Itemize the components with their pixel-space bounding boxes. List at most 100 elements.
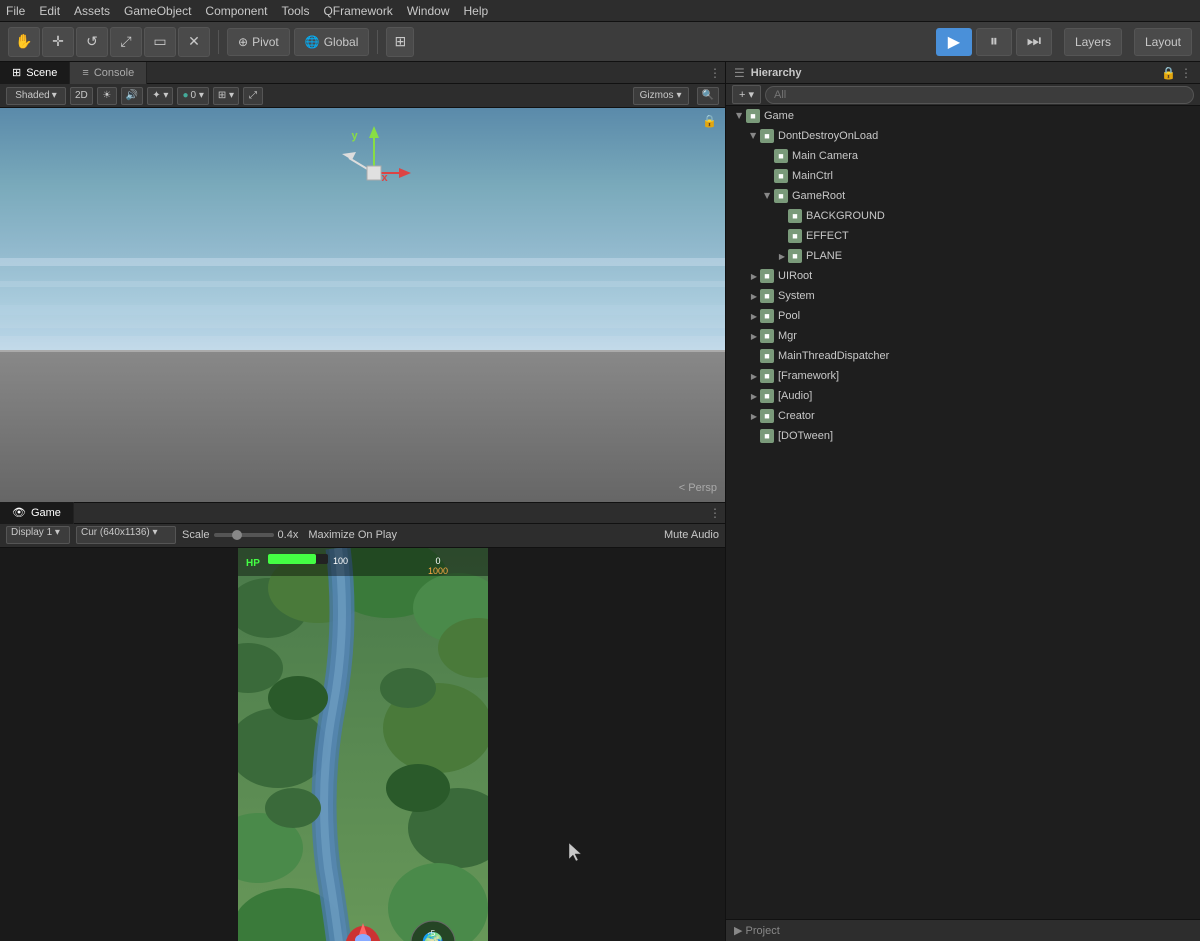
audio-button[interactable]: 🔊 xyxy=(121,87,143,105)
tree-label-creator: Creator xyxy=(778,410,815,422)
svg-text:1000: 1000 xyxy=(427,566,447,576)
tree-item-mainctrl[interactable]: ▶ ■ MainCtrl ⋮ xyxy=(726,166,1200,186)
game-toolbar: Display 1 ▾ Cur (640x1136) ▾ Scale 0.4x … xyxy=(0,524,725,548)
tree-label-pool: Pool xyxy=(778,310,800,322)
tree-label-uiroot: UIRoot xyxy=(778,270,812,282)
tab-more-button[interactable]: ⋮ xyxy=(705,62,725,84)
menu-edit[interactable]: Edit xyxy=(39,4,60,18)
pivot-icon: ⊕ xyxy=(238,35,248,49)
move-tool-button[interactable]: ✛ xyxy=(42,27,74,57)
tree-item-pool[interactable]: ▶ ■ Pool ⋮ xyxy=(726,306,1200,326)
tree-item-effect[interactable]: ▶ ■ EFFECT ⋮ xyxy=(726,226,1200,246)
menu-help[interactable]: Help xyxy=(464,4,489,18)
game-tab[interactable]: 👁 Game xyxy=(0,502,74,524)
play-button[interactable]: ▶ xyxy=(936,28,972,56)
maximize-on-play-button[interactable]: Maximize On Play xyxy=(304,529,401,541)
tree-icon-dotween: ■ xyxy=(760,429,774,443)
tree-item-dotween[interactable]: ▶ ■ [DOTween] ⋮ xyxy=(726,426,1200,446)
hand-tool-button[interactable]: ✋ xyxy=(8,27,40,57)
layout-button[interactable]: Layout xyxy=(1134,28,1192,56)
hierarchy-search-input[interactable] xyxy=(765,86,1194,104)
light-button[interactable]: ☀ xyxy=(97,87,117,105)
game-tab-more[interactable]: ⋮ xyxy=(705,502,725,524)
layers-dropdown[interactable]: ● 0 ▾ xyxy=(177,87,208,105)
menu-gameobject[interactable]: GameObject xyxy=(124,4,191,18)
display-dropdown[interactable]: Display 1 ▾ xyxy=(6,526,70,544)
tree-item-gameroot[interactable]: ▶ ■ GameRoot ⋮ xyxy=(726,186,1200,206)
menu-component[interactable]: Component xyxy=(205,4,267,18)
2d-button[interactable]: 2D xyxy=(70,87,93,105)
snap-settings-button[interactable]: ⊞ xyxy=(386,27,414,57)
shading-dropdown[interactable]: Shaded ▾ xyxy=(6,87,66,105)
tree-label-framework: [Framework] xyxy=(778,370,839,382)
tree-icon-maincamera: ■ xyxy=(774,149,788,163)
tree-item-uiroot[interactable]: ▶ ■ UIRoot ⋮ xyxy=(726,266,1200,286)
tree-item-game[interactable]: ▶ ■ Game ⋮ xyxy=(726,106,1200,126)
game-tab-label: Game xyxy=(31,507,61,519)
hierarchy-tree: ▶ ■ Game ⋮ ▶ ■ DontDestroyOnLoad ⋮ ▶ ■ M… xyxy=(726,106,1200,919)
hierarchy-more-icon[interactable]: ⋮ xyxy=(1180,66,1192,80)
menu-window[interactable]: Window xyxy=(407,4,450,18)
tree-arrow-uiroot: ▶ xyxy=(748,270,760,282)
tree-icon-pool: ■ xyxy=(760,309,774,323)
scene-lock-icon[interactable]: 🔒 xyxy=(702,114,717,128)
menu-qframework[interactable]: QFramework xyxy=(323,4,392,18)
tree-arrow-pool: ▶ xyxy=(748,310,760,322)
global-button[interactable]: 🌐 Global xyxy=(294,28,370,56)
tree-label-maincamera: Main Camera xyxy=(792,150,858,162)
tree-arrow-creator: ▶ xyxy=(748,410,760,422)
menu-tools[interactable]: Tools xyxy=(281,4,309,18)
console-tab[interactable]: ≡ Console xyxy=(70,62,147,84)
grid-button[interactable]: ⊞ ▾ xyxy=(213,87,239,105)
pivot-button[interactable]: ⊕ Pivot xyxy=(227,28,290,56)
scale-slider-thumb[interactable] xyxy=(232,530,242,540)
tree-icon-gameroot: ■ xyxy=(774,189,788,203)
gizmos-dropdown[interactable]: Gizmos ▾ xyxy=(633,87,689,105)
menu-file[interactable]: File xyxy=(6,4,25,18)
layout-mode-button[interactable]: ⤢ xyxy=(243,87,263,105)
separator-1 xyxy=(218,30,219,54)
tree-item-mainthreaddispatcher[interactable]: ▶ ■ MainThreadDispatcher ⋮ xyxy=(726,346,1200,366)
tree-label-game: Game xyxy=(764,110,794,122)
rotate-tool-button[interactable]: ↺ xyxy=(76,27,108,57)
pause-button[interactable]: ⏸ xyxy=(976,28,1012,56)
resolution-dropdown[interactable]: Cur (640x1136) ▾ xyxy=(76,526,176,544)
hierarchy-lock-icon[interactable]: 🔒 xyxy=(1161,66,1176,80)
tree-icon-effect: ■ xyxy=(788,229,802,243)
transform-tool-button[interactable]: ✕ xyxy=(178,27,210,57)
tree-label-dontdestroy: DontDestroyOnLoad xyxy=(778,130,878,142)
tree-item-audio[interactable]: ▶ ■ [Audio] ⋮ xyxy=(726,386,1200,406)
svg-text:HP: HP xyxy=(246,558,260,569)
hierarchy-icon: ☰ xyxy=(734,66,745,80)
tree-item-creator[interactable]: ▶ ■ Creator ⋮ xyxy=(726,406,1200,426)
tree-item-plane[interactable]: ▶ ■ PLANE ⋮ xyxy=(726,246,1200,266)
add-gameobject-button[interactable]: + ▾ xyxy=(732,85,761,104)
scale-tool-button[interactable]: ⤢ xyxy=(110,27,142,57)
tree-icon-system: ■ xyxy=(760,289,774,303)
tree-icon-background: ■ xyxy=(788,209,802,223)
effects-button[interactable]: ✦ ▾ xyxy=(147,87,173,105)
layers-button[interactable]: Layers xyxy=(1064,28,1122,56)
svg-text:0: 0 xyxy=(435,556,440,566)
step-button[interactable]: ⏭ xyxy=(1016,28,1052,56)
scale-control: Scale 0.4x xyxy=(182,529,298,541)
menu-assets[interactable]: Assets xyxy=(74,4,110,18)
tree-item-dontdestroy[interactable]: ▶ ■ DontDestroyOnLoad ⋮ xyxy=(726,126,1200,146)
scale-value: 0.4x xyxy=(278,529,299,541)
tree-item-mgr[interactable]: ▶ ■ Mgr ⋮ xyxy=(726,326,1200,346)
tree-item-maincamera[interactable]: ▶ ■ Main Camera ⋮ xyxy=(726,146,1200,166)
scene-tab[interactable]: ⊞ Scene xyxy=(0,62,70,84)
svg-text:5: 5 xyxy=(430,929,435,938)
rect-tool-button[interactable]: ▭ xyxy=(144,27,176,57)
tree-item-background[interactable]: ▶ ■ BACKGROUND ⋮ xyxy=(726,206,1200,226)
main-toolbar: ✋ ✛ ↺ ⤢ ▭ ✕ ⊕ Pivot 🌐 Global ⊞ ▶ ⏸ ⏭ Lay… xyxy=(0,22,1200,62)
tree-item-framework[interactable]: ▶ ■ [Framework] ⋮ xyxy=(726,366,1200,386)
tree-label-plane: PLANE xyxy=(806,250,842,262)
play-controls: ▶ ⏸ ⏭ Layers Layout xyxy=(936,28,1192,56)
tree-label-mgr: Mgr xyxy=(778,330,797,342)
tree-item-system[interactable]: ▶ ■ System ⋮ xyxy=(726,286,1200,306)
mute-audio-button[interactable]: Mute Audio xyxy=(664,529,719,541)
search-scene-button[interactable]: 🔍 xyxy=(697,87,719,105)
console-tab-label: Console xyxy=(94,67,134,79)
scale-slider-track[interactable] xyxy=(214,533,274,537)
